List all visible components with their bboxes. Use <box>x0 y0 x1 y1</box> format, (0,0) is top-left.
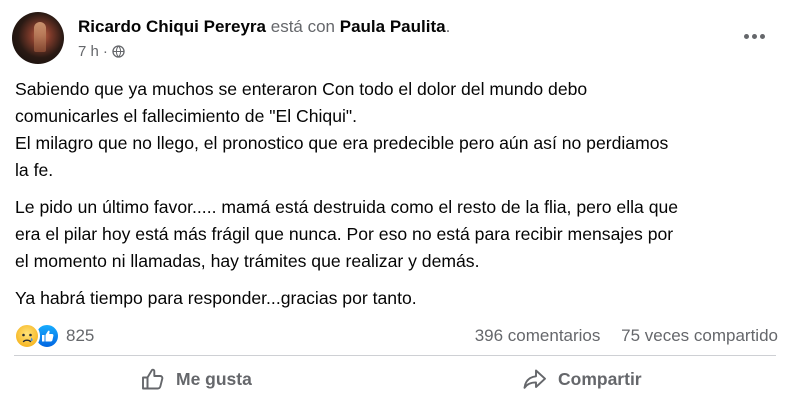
like-label: Me gusta <box>176 368 252 389</box>
author-name[interactable]: Ricardo Chiqui Pereyra <box>78 17 266 36</box>
body-line: comunicarles el fallecimiento de "El Chi… <box>15 106 358 126</box>
post-header: Ricardo Chiqui Pereyra está con Paula Pa… <box>12 10 778 66</box>
post-card: Ricardo Chiqui Pereyra está con Paula Pa… <box>0 0 790 414</box>
body-line: El milagro que no llego, el pronostico q… <box>15 133 669 153</box>
body-line: Ya habrá tiempo para responder...gracias… <box>15 288 417 308</box>
thumbs-up-icon <box>142 368 164 390</box>
shares-count[interactable]: 75 veces compartido <box>621 326 778 345</box>
meta-separator: · <box>102 43 108 60</box>
share-arrow-icon <box>523 369 546 389</box>
reaction-count[interactable]: 825 <box>66 326 94 346</box>
body-line: Le pido un último favor..... mamá está d… <box>15 197 679 217</box>
post-meta: 7 h · <box>78 43 125 60</box>
post-time[interactable]: 7 h <box>78 43 99 60</box>
tagged-name[interactable]: Paula Paulita <box>340 17 446 36</box>
body-line: Sabiendo que ya muchos se enteraron Con … <box>15 79 588 99</box>
body-line: la fe. <box>15 160 54 180</box>
more-options-icon[interactable] <box>740 26 768 46</box>
with-text: está con <box>270 17 336 36</box>
reactions-summary[interactable]: 825 <box>14 323 94 349</box>
body-line: era el pilar hoy está más frágil que nun… <box>15 224 674 244</box>
post-body: Sabiendo que ya muchos se enteraron Con … <box>15 76 785 312</box>
share-button[interactable]: Compartir <box>522 361 642 397</box>
avatar[interactable] <box>12 12 64 64</box>
like-button[interactable]: Me gusta <box>140 361 252 397</box>
engagement-counts: 396 comentarios 75 veces compartido <box>475 326 778 346</box>
body-line: el momento ni llamadas, hay trámites que… <box>15 251 480 271</box>
comments-count[interactable]: 396 comentarios <box>475 326 601 345</box>
sad-reaction-icon <box>14 323 40 349</box>
share-label: Compartir <box>558 368 642 389</box>
globe-icon <box>112 45 125 58</box>
tagged-suffix: . <box>445 17 451 36</box>
divider <box>14 355 776 356</box>
author-line: Ricardo Chiqui Pereyra está con Paula Pa… <box>78 16 450 38</box>
